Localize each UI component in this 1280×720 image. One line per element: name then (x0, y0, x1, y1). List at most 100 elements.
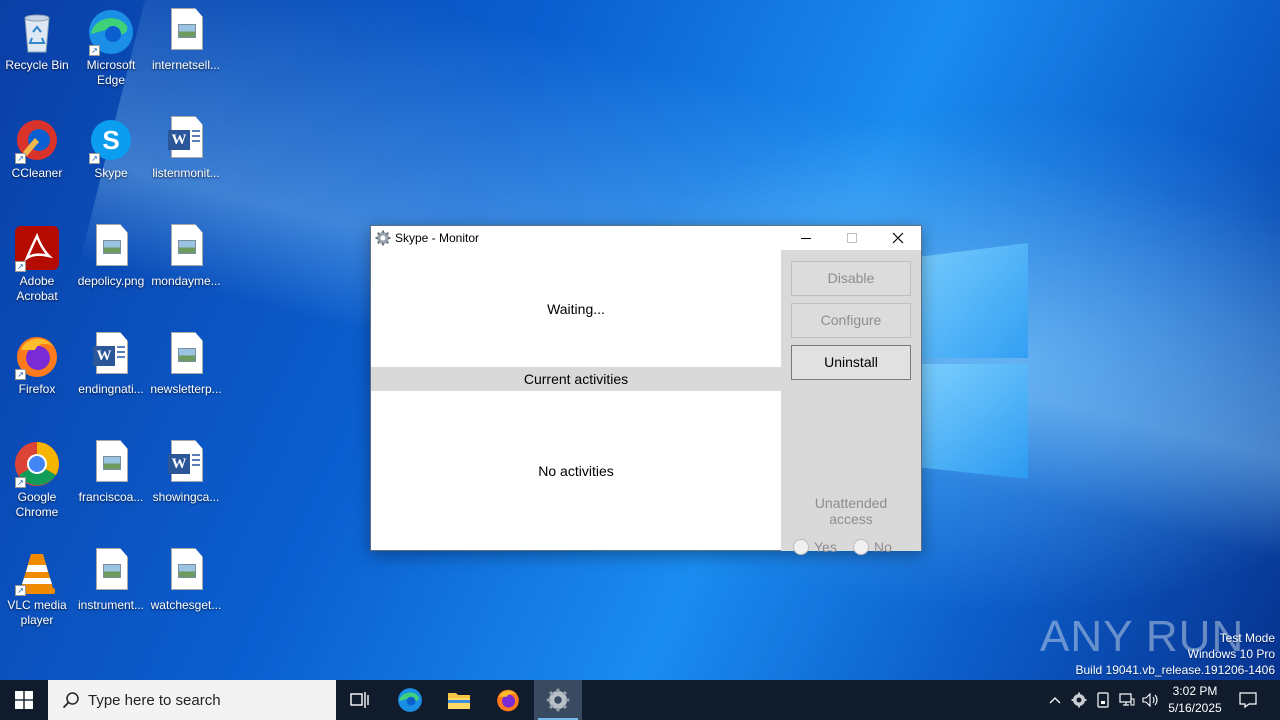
recycle-bin-icon (13, 8, 61, 56)
show-hidden-icons-button[interactable] (1044, 680, 1066, 720)
shortcut-arrow-icon: ↗ (89, 153, 100, 164)
desktop-icon-label: franciscoa... (78, 490, 144, 504)
activities-header: Current activities (371, 367, 781, 391)
window-titlebar[interactable]: Skype - Monitor (371, 226, 921, 250)
desktop-icon-adobe-acrobat[interactable]: ↗ Adobe Acrobat (0, 224, 75, 304)
image-file-icon (87, 440, 135, 488)
firefox-icon (497, 689, 519, 712)
test-mode-text: Test Mode (1219, 631, 1275, 645)
desktop-icon-label: mondayme... (151, 274, 221, 288)
desktop-icon-label: depolicy.png (77, 274, 145, 288)
taskbar-edge[interactable] (386, 680, 434, 720)
start-button[interactable] (0, 680, 48, 720)
notification-icon (1239, 692, 1257, 709)
radio-yes-circle[interactable] (793, 539, 809, 555)
status-area: Waiting... (371, 250, 781, 367)
desktop-icon-label: Skype (94, 166, 128, 180)
system-info: Test Mode Windows 10 Pro Build 19041.vb_… (1076, 630, 1276, 678)
desktop-icon-internetsell[interactable]: internetsell... (148, 8, 224, 73)
word-file-icon: W (87, 332, 135, 380)
unattended-access-label: Unattended access (814, 495, 888, 527)
shortcut-arrow-icon: ↗ (15, 477, 26, 488)
disable-button[interactable]: Disable (791, 261, 911, 296)
desktop-icon-label: Google Chrome (15, 490, 59, 519)
desktop-icon-ccleaner[interactable]: ↗ CCleaner (0, 116, 75, 181)
radio-no-label: No (874, 539, 892, 555)
image-file-icon (162, 332, 210, 380)
uninstall-button[interactable]: Uninstall (791, 345, 911, 380)
desktop-icon-label: listenmonit... (152, 166, 220, 180)
gear-icon (546, 688, 570, 712)
network-icon (1119, 693, 1135, 706)
image-file-icon (87, 224, 135, 272)
desktop-icon-label: Adobe Acrobat (16, 274, 58, 303)
desktop-icon-skype[interactable]: S ↗ Skype (73, 116, 149, 181)
desktop-icon-instrument[interactable]: instrument... (73, 548, 149, 613)
desktop-icon-recycle-bin[interactable]: Recycle Bin (0, 8, 75, 73)
activities-empty-text: No activities (538, 463, 614, 479)
maximize-button[interactable] (829, 226, 875, 250)
tray-device[interactable] (1092, 680, 1114, 720)
desktop-icon-endingnati[interactable]: W endingnati... (73, 332, 149, 397)
volume-icon (1142, 693, 1158, 707)
acrobat-icon: ↗ (13, 224, 61, 272)
word-file-icon: W (162, 440, 210, 488)
desktop-icon-newsletterp[interactable]: newsletterp... (148, 332, 224, 397)
desktop-icon-google-chrome[interactable]: ↗ Google Chrome (0, 440, 75, 520)
chevron-up-icon (1049, 697, 1061, 704)
ccleaner-icon: ↗ (13, 116, 61, 164)
image-file-icon (87, 548, 135, 596)
taskbar-clock[interactable]: 3:02 PM 5/16/2025 (1160, 683, 1230, 717)
edge-icon (398, 688, 422, 712)
desktop-icon-vlc[interactable]: ↗ VLC media player (0, 548, 75, 628)
taskbar-search-box[interactable]: Type here to search (48, 680, 336, 720)
windows-logo-icon (15, 691, 33, 709)
taskbar-firefox[interactable] (484, 680, 532, 720)
status-text: Waiting... (547, 300, 605, 317)
search-icon (62, 692, 79, 709)
minimize-button[interactable] (783, 226, 829, 250)
tray-gear[interactable] (1068, 680, 1090, 720)
minimize-icon (801, 238, 811, 239)
desktop-icon-label: Microsoft Edge (86, 58, 136, 87)
desktop-icon-label: VLC media player (7, 598, 67, 627)
taskbar-file-explorer[interactable] (435, 680, 483, 720)
close-button[interactable] (875, 226, 921, 250)
desktop-icon-depolicy[interactable]: depolicy.png (73, 224, 149, 289)
desktop-icon-label: watchesget... (150, 598, 222, 612)
skype-icon: S ↗ (87, 116, 135, 164)
shortcut-arrow-icon: ↗ (15, 369, 26, 380)
maximize-icon (847, 233, 857, 243)
taskbar-skype-monitor[interactable] (534, 680, 582, 720)
firefox-icon: ↗ (13, 332, 61, 380)
gear-icon (375, 230, 391, 246)
desktop-icon-firefox[interactable]: ↗ Firefox (0, 332, 75, 397)
image-file-icon (162, 8, 210, 56)
clock-time: 3:02 PM (1172, 684, 1218, 698)
tray-network[interactable] (1116, 680, 1138, 720)
desktop-icon-listenmonit[interactable]: W listenmonit... (148, 116, 224, 181)
desktop-icon-microsoft-edge[interactable]: ↗ Microsoft Edge (73, 8, 149, 88)
task-view-button[interactable] (336, 680, 384, 720)
word-file-icon: W (162, 116, 210, 164)
radio-yes[interactable]: Yes (793, 539, 837, 555)
radio-no[interactable]: No (853, 539, 892, 555)
desktop-icon-watchesget[interactable]: watchesget... (148, 548, 224, 613)
desktop-icon-label: CCleaner (11, 166, 63, 180)
tray-volume[interactable] (1140, 680, 1162, 720)
configure-button[interactable]: Configure (791, 303, 911, 338)
desktop-icon-showingca[interactable]: W showingca... (148, 440, 224, 505)
activities-list: No activities (371, 391, 781, 551)
action-center-button[interactable] (1232, 680, 1264, 720)
task-view-icon (350, 692, 369, 708)
desktop-icon-label: internetsell... (151, 58, 221, 72)
desktop-icon-franciscoa[interactable]: franciscoa... (73, 440, 149, 505)
svg-text:S: S (102, 125, 119, 155)
folder-icon (448, 693, 470, 709)
edition-text: Windows 10 Pro (1187, 647, 1275, 661)
image-file-icon (162, 548, 210, 596)
gear-icon (1071, 692, 1087, 708)
desktop-icon-mondayme[interactable]: mondayme... (148, 224, 224, 289)
desktop-icon-label: showingca... (152, 490, 220, 504)
radio-no-circle[interactable] (853, 539, 869, 555)
